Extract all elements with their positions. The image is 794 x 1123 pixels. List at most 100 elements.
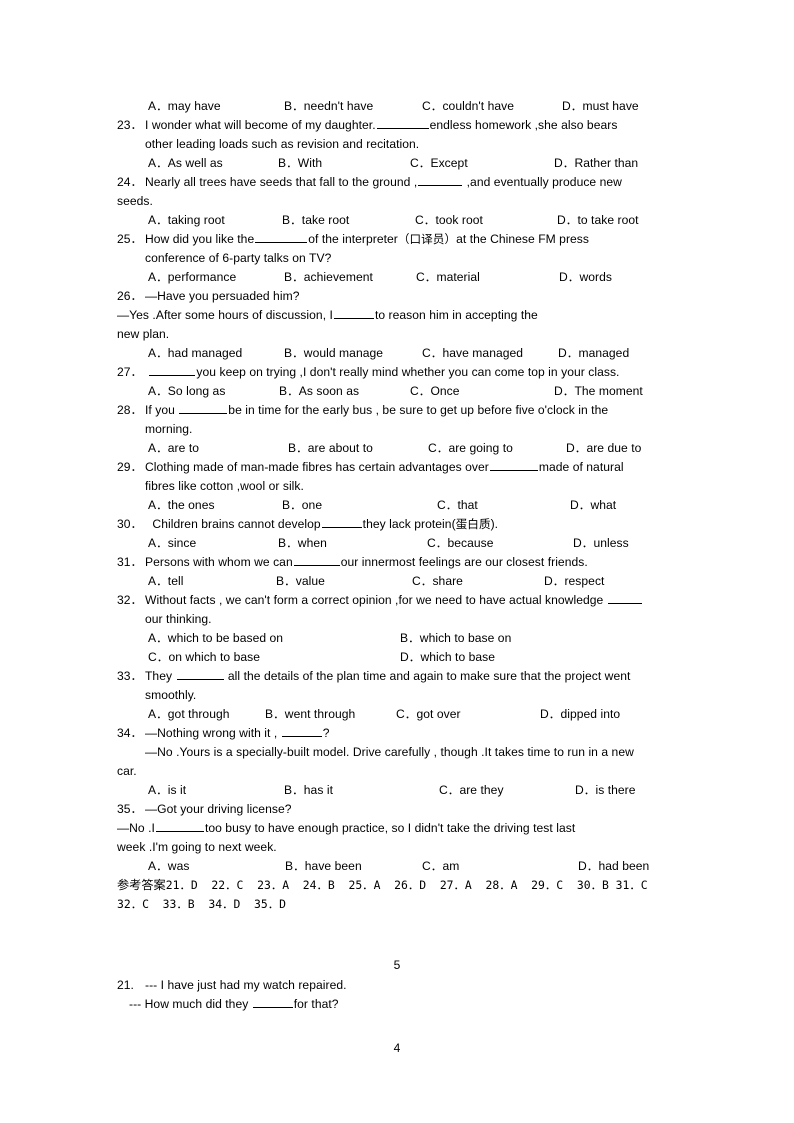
- option-choice[interactable]: D．managed: [558, 344, 629, 363]
- question-line-overflow: seeds.: [117, 194, 153, 208]
- option-choice[interactable]: D．unless: [573, 534, 629, 553]
- option-choice[interactable]: C．that: [437, 496, 570, 515]
- option-choice[interactable]: D．Rather than: [554, 154, 638, 173]
- option-choice[interactable]: B．which to base on: [400, 629, 511, 648]
- cjk-text: ．: [408, 650, 421, 664]
- option-choice[interactable]: C．have managed: [422, 344, 558, 363]
- option-choice[interactable]: D．are due to: [566, 439, 641, 458]
- answer-blank[interactable]: [321, 515, 362, 528]
- option-choice[interactable]: C．got over: [396, 705, 540, 724]
- cjk-text: ．: [423, 213, 436, 227]
- cjk-text: ．: [420, 574, 433, 588]
- option-choice[interactable]: C．are they: [439, 781, 575, 800]
- option-choice[interactable]: C．am: [422, 857, 578, 876]
- option-choice[interactable]: B．needn't have: [284, 97, 422, 116]
- option-choice[interactable]: B．have been: [285, 857, 422, 876]
- option-choice[interactable]: A．performance: [148, 268, 284, 287]
- answer-blank[interactable]: [155, 819, 204, 832]
- option-choice[interactable]: C．took root: [415, 211, 557, 230]
- option-choice[interactable]: A．taking root: [148, 211, 282, 230]
- question-number: 24．: [117, 175, 143, 189]
- answer-blank[interactable]: [418, 173, 463, 186]
- option-choice[interactable]: B．went through: [265, 705, 396, 724]
- option-choice[interactable]: C．material: [416, 268, 559, 287]
- answer-key-label: 参考答案: [117, 878, 166, 892]
- answer-blank[interactable]: [179, 401, 228, 414]
- option-choice[interactable]: B．take root: [282, 211, 415, 230]
- cjk-text: ．: [156, 859, 168, 873]
- option-row: A．may have B．needn't have C．couldn't have D…: [117, 97, 679, 116]
- option-choice[interactable]: D．The moment: [554, 382, 643, 401]
- option-choice[interactable]: B．value: [276, 572, 412, 591]
- cjk-text: ．: [447, 783, 460, 797]
- question-line-continued: conference of 6-party talks on TV?: [145, 251, 332, 265]
- question-line: 27． you keep on trying ,I don't really m…: [117, 363, 679, 382]
- option-choice[interactable]: C．on which to base: [148, 648, 400, 667]
- option-choice[interactable]: A．got through: [148, 705, 265, 724]
- cjk-text: ．: [435, 536, 448, 550]
- question-line-continued: smoothly.: [145, 688, 197, 702]
- option-choice[interactable]: A．As well as: [148, 154, 278, 173]
- option-choice[interactable]: A．may have: [148, 97, 284, 116]
- option-choice[interactable]: A．which to be based on: [148, 629, 400, 648]
- option-choice[interactable]: C．because: [427, 534, 573, 553]
- option-choice[interactable]: D．to take root: [557, 211, 639, 230]
- option-choice[interactable]: A．So long as: [148, 382, 279, 401]
- cjk-text: ．: [418, 156, 431, 170]
- option-choice[interactable]: A．since: [148, 534, 278, 553]
- cjk-text: ．: [156, 536, 168, 550]
- question-line: 30． Children brains cannot develop they l…: [117, 515, 679, 534]
- answer-blank[interactable]: [149, 363, 196, 376]
- option-choice[interactable]: A．tell: [148, 572, 276, 591]
- option-choice[interactable]: B．has it: [284, 781, 439, 800]
- document-page: A．may have B．needn't have C．couldn't have D…: [0, 0, 794, 1123]
- option-choice[interactable]: D．words: [559, 268, 612, 287]
- option-choice[interactable]: C．couldn't have: [422, 97, 562, 116]
- option-choice[interactable]: A．are to: [148, 439, 288, 458]
- option-choice[interactable]: C．share: [412, 572, 544, 591]
- option-choice[interactable]: D．dipped into: [540, 705, 620, 724]
- answer-blank[interactable]: [489, 458, 538, 471]
- option-choice[interactable]: C．Except: [410, 154, 554, 173]
- answer-blank[interactable]: [255, 230, 308, 243]
- answer-blank[interactable]: [293, 553, 340, 566]
- option-choice[interactable]: B．are about to: [288, 439, 428, 458]
- cjk-text: ．: [156, 156, 168, 170]
- option-choice[interactable]: B．would manage: [284, 344, 422, 363]
- cjk-text: ．: [567, 270, 580, 284]
- answer-blank[interactable]: [376, 116, 429, 129]
- question-number: 33．: [117, 669, 143, 683]
- option-choice[interactable]: B．when: [278, 534, 427, 553]
- cjk-text: ．: [156, 441, 168, 455]
- option-choice[interactable]: C．Once: [410, 382, 554, 401]
- option-choice[interactable]: A．was: [148, 857, 285, 876]
- option-choice[interactable]: B．With: [278, 154, 410, 173]
- option-choice[interactable]: D．had been: [578, 857, 649, 876]
- answer-blank[interactable]: [252, 995, 293, 1008]
- cjk-text: ．: [156, 270, 168, 284]
- answer-blank[interactable]: [281, 724, 322, 737]
- question-line: 32． Without facts , we can't form a corre…: [117, 591, 679, 610]
- option-choice[interactable]: C．are going to: [428, 439, 566, 458]
- option-choice[interactable]: B．achievement: [284, 268, 416, 287]
- option-choice[interactable]: D．is there: [575, 781, 636, 800]
- question-line: 29． Clothing made of man-made fibres has …: [117, 458, 679, 477]
- option-choice[interactable]: A．is it: [148, 781, 284, 800]
- option-choice[interactable]: B．As soon as: [279, 382, 410, 401]
- answer-blank[interactable]: [607, 591, 642, 604]
- question-line: 34． —Nothing wrong with it , ?: [117, 724, 679, 743]
- option-choice[interactable]: D．what: [570, 496, 616, 515]
- answer-key-line: 32．C 33．B 34．D 35．D: [117, 897, 287, 911]
- option-choice[interactable]: B．one: [282, 496, 437, 515]
- question-number: 31．: [117, 555, 143, 569]
- option-choice[interactable]: D．which to base: [400, 648, 495, 667]
- option-choice[interactable]: A．the ones: [148, 496, 282, 515]
- dialogue-line: new plan.: [117, 327, 170, 341]
- question-number: 34．: [117, 726, 143, 740]
- option-choice[interactable]: A．had managed: [148, 344, 284, 363]
- option-choice[interactable]: D．must have: [562, 97, 639, 116]
- option-choice[interactable]: D．respect: [544, 572, 604, 591]
- answer-blank[interactable]: [176, 667, 224, 680]
- answer-blank[interactable]: [333, 306, 374, 319]
- tail-question: 21. --- I have just had my watch repaired…: [117, 976, 679, 1014]
